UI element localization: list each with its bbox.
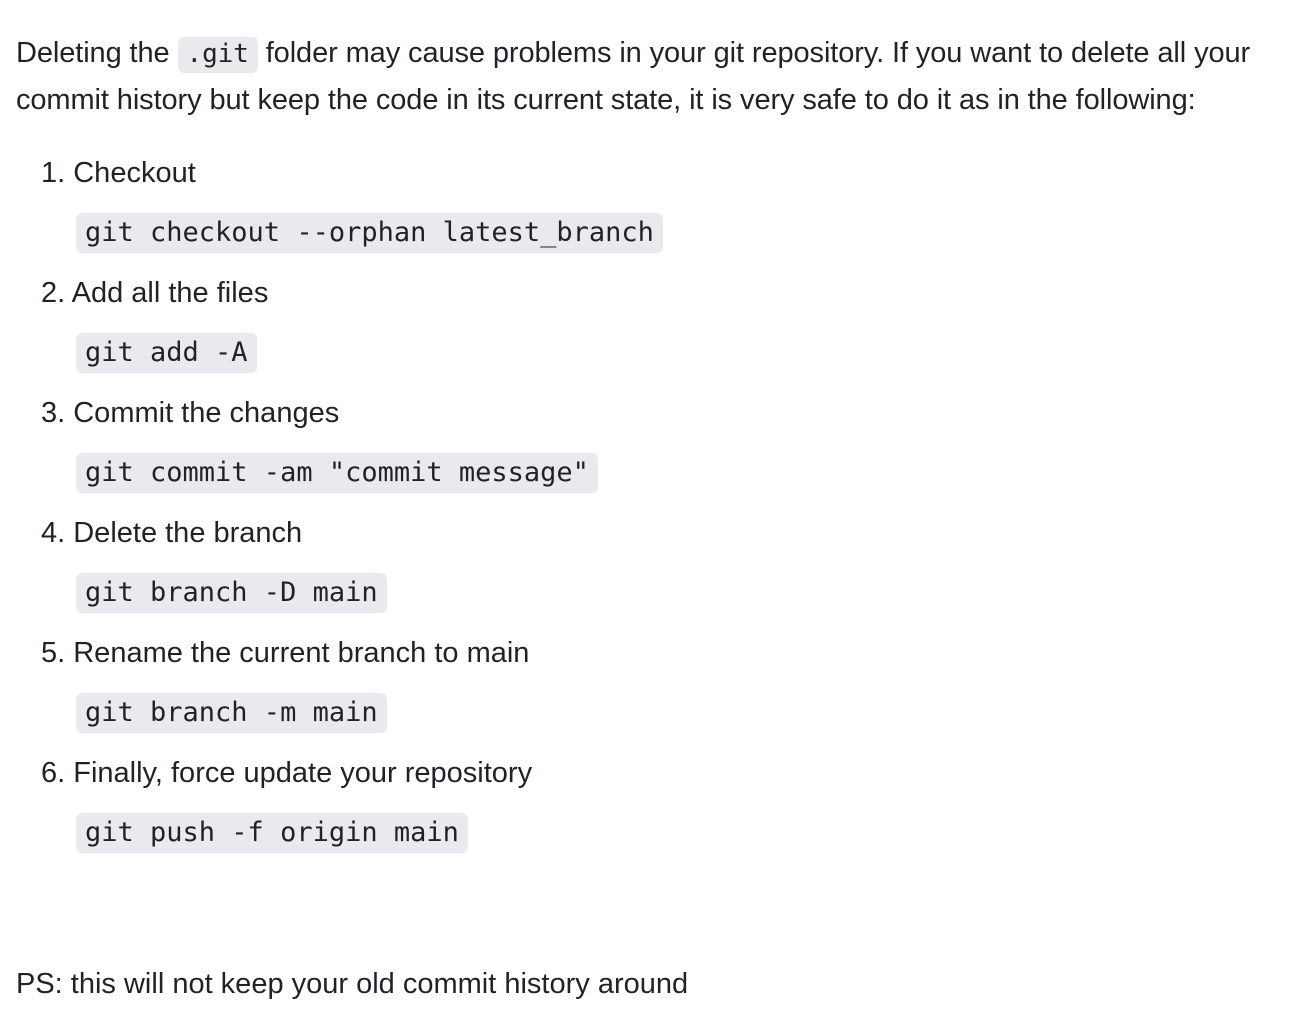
step-title: 5. Rename the current branch to main	[41, 637, 530, 669]
step-code-block: git checkout --orphan latest_branch	[76, 213, 663, 253]
step-code-block: git branch -D main	[76, 573, 387, 613]
step-item: 3. Commit the changes git commit -am "co…	[16, 391, 1284, 511]
step-item: 1. Checkout git checkout --orphan latest…	[16, 151, 1284, 271]
steps-list: 1. Checkout git checkout --orphan latest…	[16, 151, 1284, 871]
intro-text-before: Deleting the	[16, 37, 178, 69]
step-item: 2. Add all the files git add -A	[16, 271, 1284, 391]
step-item: 5. Rename the current branch to main git…	[16, 631, 1284, 751]
step-title: 1. Checkout	[41, 157, 196, 189]
step-code-block: git push -f origin main	[76, 813, 468, 853]
step-title: 4. Delete the branch	[41, 517, 303, 549]
step-title: 2. Add all the files	[41, 277, 269, 309]
step-code-block: git add -A	[76, 333, 257, 373]
step-title: 3. Commit the changes	[41, 397, 340, 429]
step-item: 4. Delete the branch git branch -D main	[16, 511, 1284, 631]
step-code-block: git branch -m main	[76, 693, 387, 733]
step-item: 6. Finally, force update your repository…	[16, 751, 1284, 871]
intro-paragraph: Deleting the .git folder may cause probl…	[16, 30, 1284, 123]
answer-body: Deleting the .git folder may cause probl…	[0, 0, 1300, 1024]
inline-code-git-folder: .git	[177, 37, 258, 73]
step-code-block: git commit -am "commit message"	[76, 453, 598, 493]
ps-note: PS: this will not keep your old commit h…	[16, 968, 689, 1000]
step-title: 6. Finally, force update your repository	[41, 757, 533, 789]
